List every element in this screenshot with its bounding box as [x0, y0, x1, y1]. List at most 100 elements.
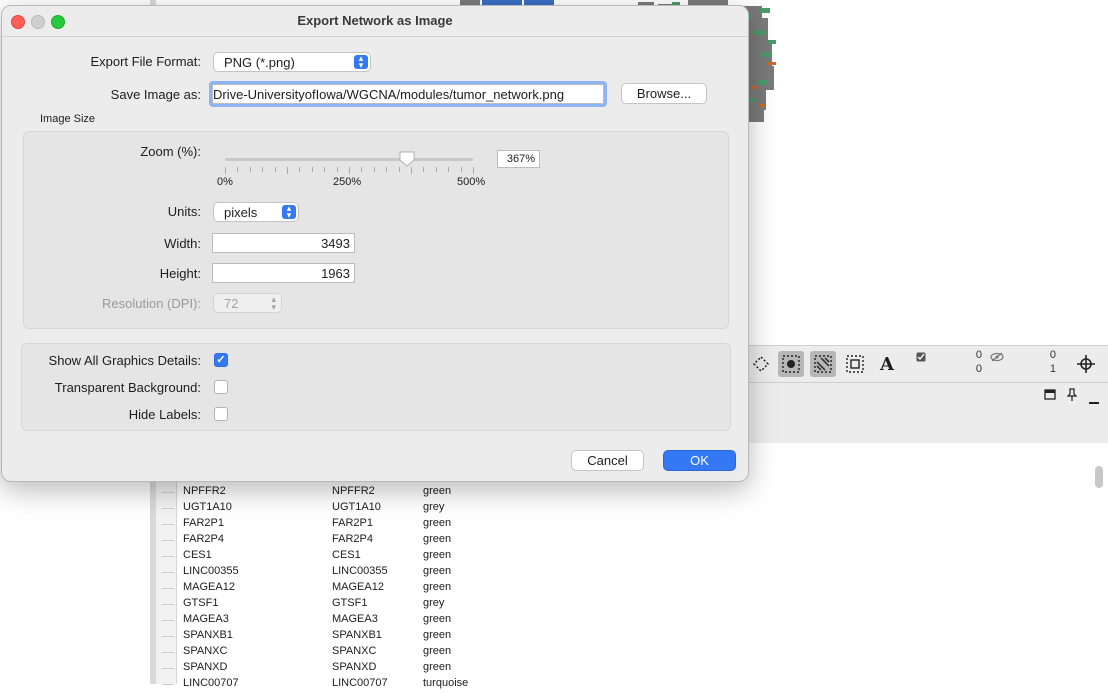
table-cell-shared-name: FAR2P1	[332, 517, 373, 529]
table-cell-shared-name: LINC00707	[332, 677, 388, 689]
zoom-slider-thumb[interactable]	[399, 151, 415, 167]
selected-edges-count: 0	[975, 363, 982, 375]
table-row[interactable]: SPANXB1 SPANXB1 green	[0, 629, 500, 645]
table-cell-module: green	[423, 517, 452, 529]
table-cell-name: GTSF1	[183, 597, 219, 609]
zoom-slider-tick	[237, 167, 238, 172]
row-header-cell	[162, 524, 174, 525]
select-edges-only-icon[interactable]	[810, 351, 836, 377]
zoom-slider-tick	[349, 167, 350, 174]
hidden-edges-count: 1	[1049, 363, 1056, 375]
width-input[interactable]: 3493	[212, 233, 355, 253]
table-row[interactable]: NPFFR2 NPFFR2 green	[0, 485, 500, 501]
save-path-value: Drive-UniversityofIowa/WGCNA/modules/tum…	[213, 87, 565, 102]
select-nodes-only-icon[interactable]	[778, 351, 804, 377]
zoom-slider-tick	[423, 167, 424, 172]
float-panel-icon[interactable]	[1044, 389, 1056, 401]
table-row[interactable]: CES1 CES1 green	[0, 549, 500, 565]
height-input[interactable]: 1963	[212, 263, 355, 283]
table-row[interactable]: LINC00707 LINC00707 turquoise	[0, 677, 500, 693]
table-cell-name: SPANXC	[183, 645, 228, 657]
units-select[interactable]: pixels ▴ ▾	[213, 202, 299, 222]
browse-button[interactable]: Browse...	[621, 83, 707, 104]
export-format-select[interactable]: PNG (*.png) ▴ ▾	[213, 52, 371, 72]
network-toolbar: A 0 0 0 1	[748, 345, 1108, 383]
table-row[interactable]: FAR2P1 FAR2P1 green	[0, 517, 500, 533]
table-cell-name: SPANXD	[183, 661, 228, 673]
fit-content-icon[interactable]	[1073, 351, 1099, 377]
save-image-label: Save Image as:	[110, 87, 201, 102]
select-stepper-icon: ▴ ▾	[282, 204, 296, 220]
zoom-slider-tick	[361, 167, 362, 172]
table-cell-module: green	[423, 661, 452, 673]
export-format-label: Export File Format:	[90, 54, 201, 69]
zoom-slider-tick	[262, 167, 263, 172]
table-row[interactable]: UGT1A10 UGT1A10 grey	[0, 501, 500, 517]
cancel-button[interactable]: Cancel	[571, 450, 644, 471]
zoom-slider-track[interactable]	[225, 158, 473, 161]
table-panel-header	[748, 383, 1108, 444]
table-cell-shared-name: SPANXC	[332, 645, 377, 657]
transparent-bg-label: Transparent Background:	[54, 380, 201, 395]
select-annotations-icon[interactable]	[842, 351, 868, 377]
table-cell-module: turquoise	[423, 677, 469, 689]
zoom-max-label: 500%	[457, 176, 486, 188]
selected-nodes-count: 0	[975, 349, 982, 361]
transparent-bg-checkbox[interactable]	[214, 380, 228, 394]
table-row[interactable]: MAGEA12 MAGEA12 green	[0, 581, 500, 597]
text-annotation-icon[interactable]: A	[874, 351, 900, 377]
table-cell-shared-name: UGT1A10	[332, 501, 381, 513]
zoom-slider-tick	[374, 167, 375, 172]
hide-labels-checkbox[interactable]	[214, 407, 228, 421]
zoom-mid-label: 250%	[333, 176, 362, 188]
table-cell-shared-name: SPANXD	[332, 661, 377, 673]
zoom-slider-tick	[250, 167, 251, 172]
table-cell-name: FAR2P1	[183, 517, 224, 529]
zoom-slider-tick	[299, 167, 300, 172]
table-cell-module: grey	[423, 597, 445, 609]
show-details-checkbox[interactable]: ✓	[214, 353, 228, 367]
zoom-slider-tick	[411, 167, 412, 174]
table-cell-name: NPFFR2	[183, 485, 226, 497]
table-row[interactable]: MAGEA3 MAGEA3 green	[0, 613, 500, 629]
zoom-slider-tick	[275, 167, 276, 172]
row-header-cell	[162, 620, 174, 621]
table-cell-shared-name: LINC00355	[332, 565, 388, 577]
units-value: pixels	[224, 205, 258, 220]
ok-button[interactable]: OK	[663, 450, 736, 471]
selected-count-icon	[916, 350, 926, 362]
table-row[interactable]: GTSF1 GTSF1 grey	[0, 597, 500, 613]
hidden-count-icon	[990, 350, 1004, 362]
row-header-cell	[162, 604, 174, 605]
table-cell-shared-name: GTSF1	[332, 597, 368, 609]
export-image-dialog: Export Network as Image Export File Form…	[1, 5, 749, 482]
save-path-input[interactable]: Drive-UniversityofIowa/WGCNA/modules/tum…	[212, 84, 604, 104]
resolution-label: Resolution (DPI):	[102, 296, 201, 311]
zoom-slider-tick	[399, 167, 400, 172]
table-cell-name: SPANXB1	[183, 629, 233, 641]
pin-icon[interactable]	[1066, 388, 1078, 402]
table-cell-shared-name: CES1	[332, 549, 361, 561]
resolution-select: 72 ▴ ▾	[213, 293, 282, 313]
table-scrollbar[interactable]	[1095, 466, 1103, 488]
minimize-panel-icon[interactable]	[1088, 393, 1100, 404]
zoom-slider-tick	[386, 167, 387, 172]
zoom-slider-tick	[436, 167, 437, 172]
zoom-value-field[interactable]: 367%	[497, 150, 540, 168]
row-header-cell	[162, 588, 174, 589]
table-cell-module: green	[423, 549, 452, 561]
row-header-cell	[162, 668, 174, 669]
row-header-cell	[162, 556, 174, 557]
table-cell-name: FAR2P4	[183, 533, 224, 545]
table-row[interactable]: SPANXD SPANXD green	[0, 661, 500, 677]
table-row[interactable]: FAR2P4 FAR2P4 green	[0, 533, 500, 549]
table-row[interactable]: LINC00355 LINC00355 green	[0, 565, 500, 581]
width-label: Width:	[164, 236, 201, 251]
units-label: Units:	[167, 204, 201, 219]
table-cell-module: green	[423, 629, 452, 641]
select-stepper-icon: ▴ ▾	[354, 54, 368, 70]
table-row[interactable]: SPANXC SPANXC green	[0, 645, 500, 661]
zoom-slider-tick	[337, 167, 338, 172]
select-nodes-icon[interactable]	[748, 351, 774, 377]
zoom-slider-tick	[448, 167, 449, 172]
